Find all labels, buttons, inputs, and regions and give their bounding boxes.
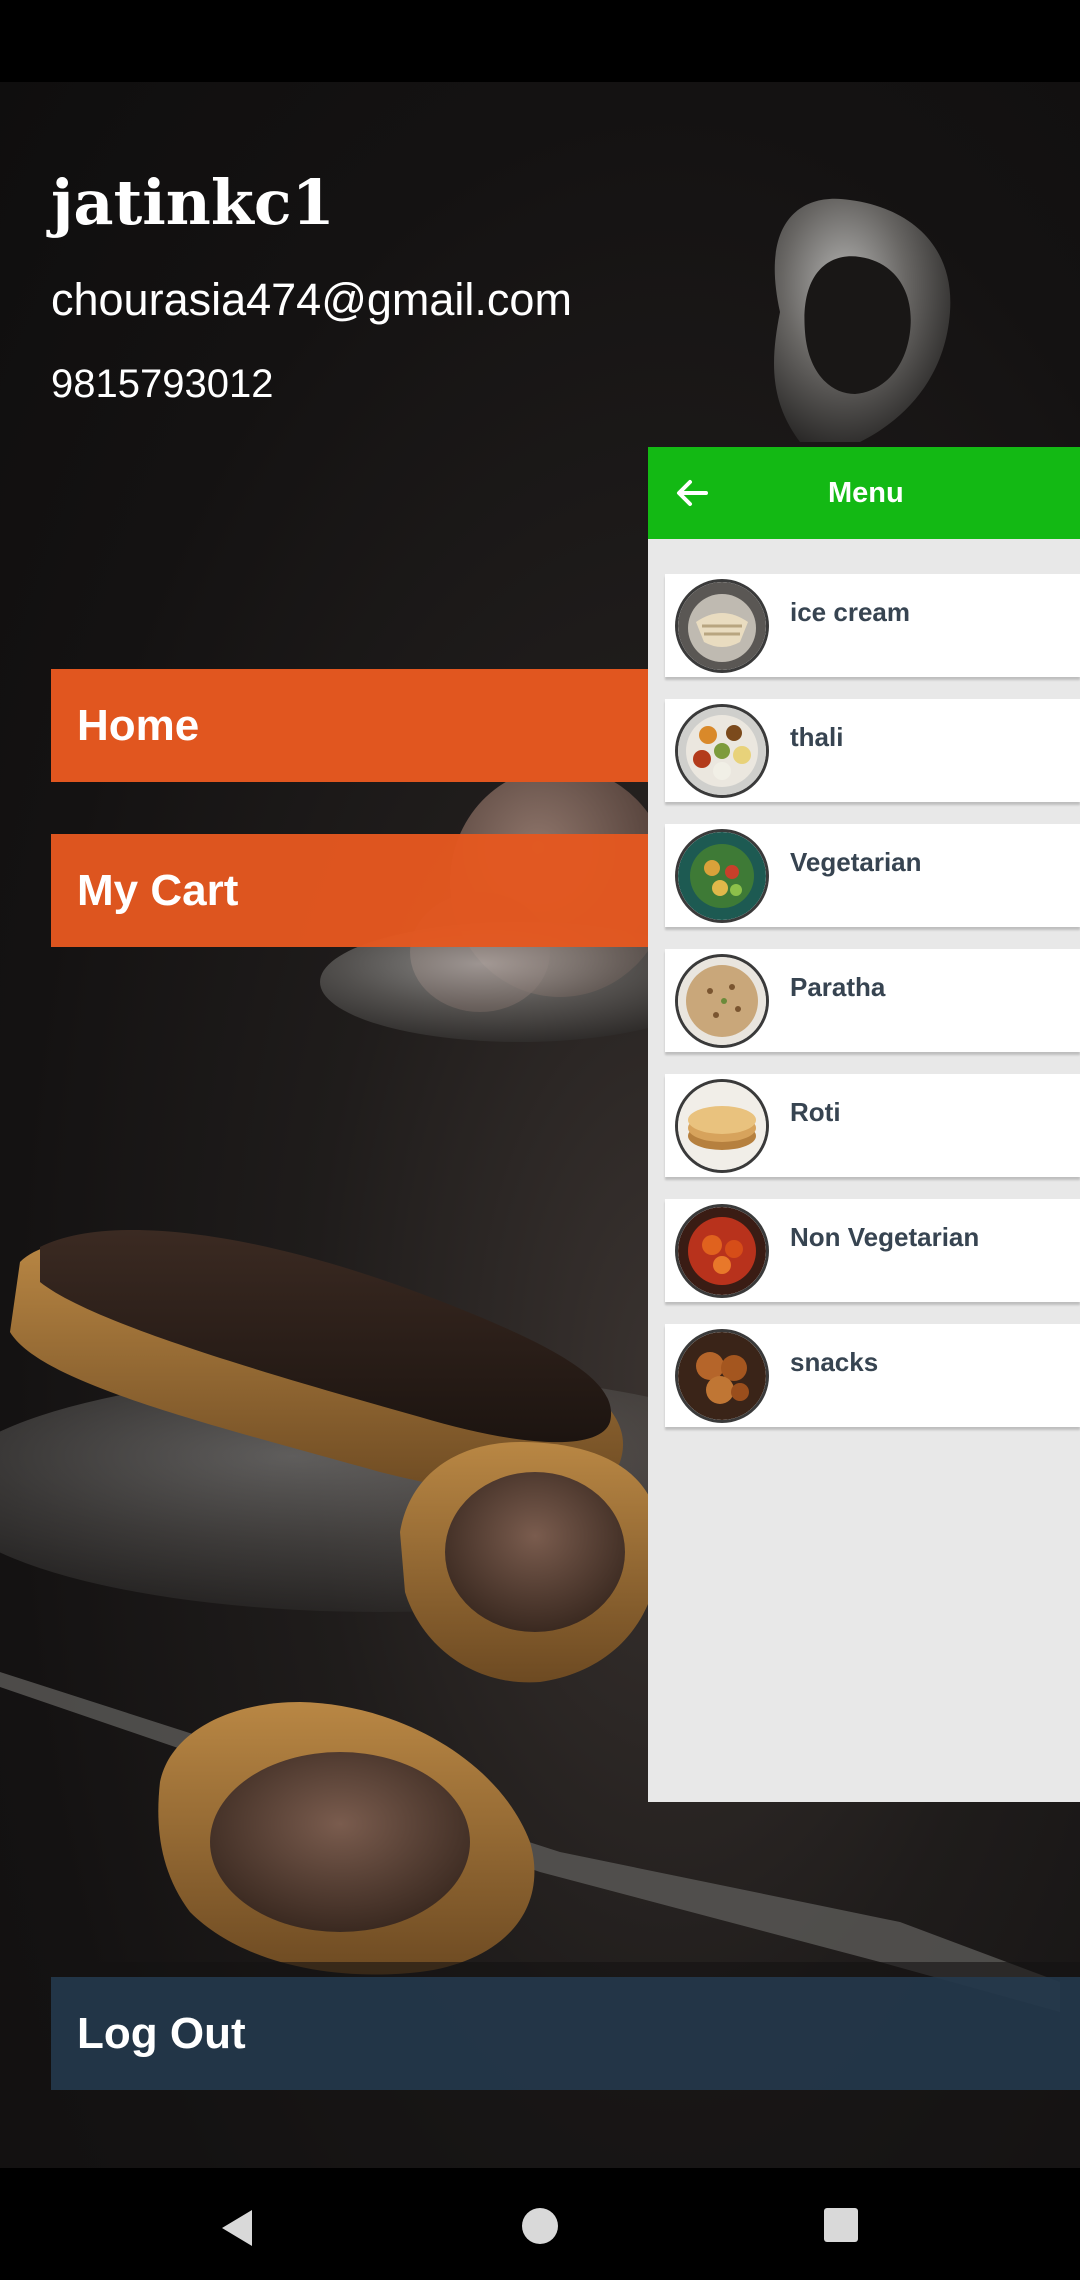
nav-home-icon[interactable] — [520, 2206, 560, 2246]
my-cart-button-label: My Cart — [77, 865, 239, 915]
thali-thumbnail — [678, 707, 766, 795]
menu-item-label: Roti — [790, 1097, 841, 1127]
nav-recents-icon[interactable] — [822, 2206, 860, 2244]
menu-item-label: Non Vegetarian — [790, 1222, 980, 1252]
profile-username: jatinkc1 — [51, 166, 335, 239]
ice-cream-thumbnail — [678, 582, 766, 670]
my-cart-button[interactable]: My Cart — [51, 834, 648, 947]
vegetarian-thumbnail — [678, 832, 766, 920]
status-bar — [0, 0, 1080, 82]
logout-button-label: Log Out — [77, 2008, 246, 2058]
logout-button[interactable]: Log Out — [51, 1977, 1080, 2090]
menu-item-vegetarian[interactable]: Vegetarian — [665, 824, 1080, 927]
menu-item-label: snacks — [790, 1347, 879, 1377]
menu-item-roti[interactable]: Roti — [665, 1074, 1080, 1177]
menu-item-non-vegetarian[interactable]: Non Vegetarian — [665, 1199, 1080, 1302]
menu-title: Menu — [828, 477, 904, 509]
home-button-label: Home — [77, 700, 200, 750]
menu-item-paratha[interactable]: Paratha — [665, 949, 1080, 1052]
menu-item-label: Paratha — [790, 972, 886, 1002]
profile-email: chourasia474@gmail.com — [51, 274, 572, 325]
menu-list: ice cream thali Vegetarian Paratha Roti … — [665, 574, 1080, 1449]
arrow-left-icon[interactable] — [670, 471, 714, 515]
home-button[interactable]: Home — [51, 669, 648, 782]
menu-item-label: Vegetarian — [790, 847, 922, 877]
menu-item-label: ice cream — [790, 597, 910, 627]
menu-item-thali[interactable]: thali — [665, 699, 1080, 802]
menu-item-ice-cream[interactable]: ice cream — [665, 574, 1080, 677]
menu-item-snacks[interactable]: snacks — [665, 1324, 1080, 1427]
paratha-thumbnail — [678, 957, 766, 1045]
menu-item-label: thali — [790, 722, 844, 752]
nav-back-icon[interactable] — [216, 2206, 256, 2250]
app-screen: jatinkc1 chourasia474@gmail.com 98157930… — [0, 0, 1080, 2280]
navigation-bar — [0, 2168, 1080, 2280]
roti-thumbnail — [678, 1082, 766, 1170]
snacks-thumbnail — [678, 1332, 766, 1420]
profile-phone: 9815793012 — [51, 362, 274, 406]
menu-toolbar: Menu — [648, 447, 1080, 539]
non-vegetarian-thumbnail — [678, 1207, 766, 1295]
menu-panel: Menu ice cream thali Vegetarian Paratha … — [648, 447, 1080, 1802]
